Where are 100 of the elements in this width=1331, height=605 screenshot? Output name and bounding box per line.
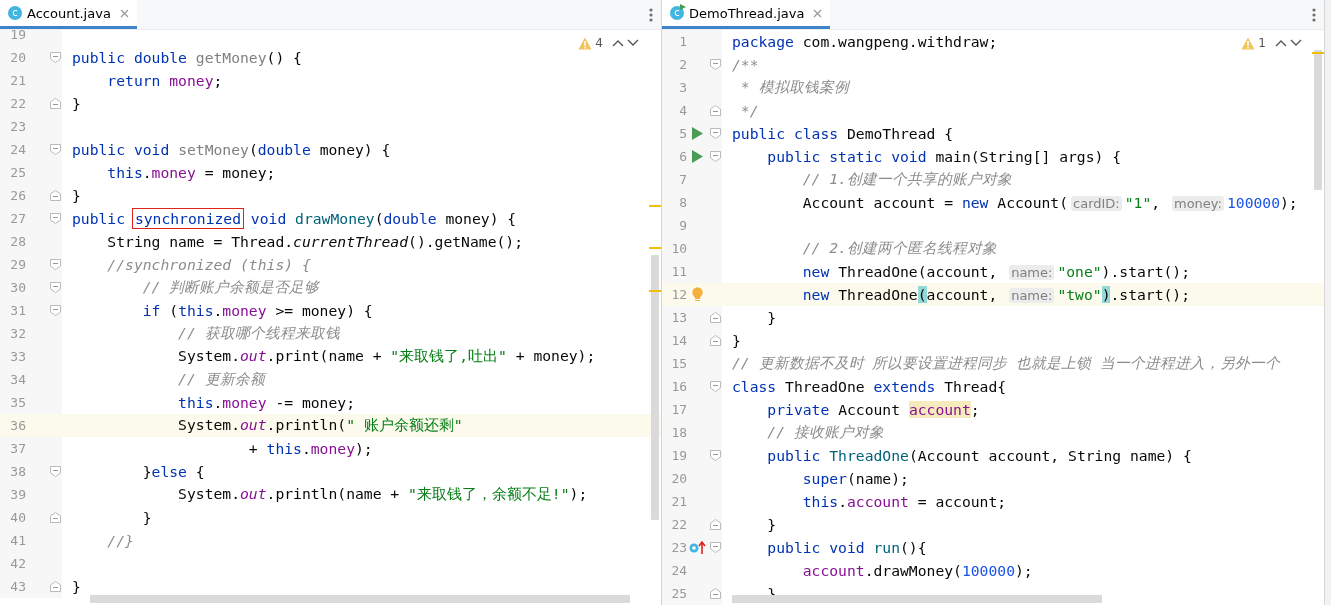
line-number: 22 [9,96,26,111]
fold-icon[interactable] [709,450,721,461]
line-number: 20 [9,50,26,65]
code-line: public void setMoney(double money) { [71,141,391,158]
line-number: 2 [678,57,688,72]
override-icon[interactable] [689,541,707,554]
line-number: 34 [9,372,26,387]
code-line: } [71,95,81,112]
fold-icon[interactable] [709,312,721,323]
file-tab[interactable]: c Account.java [0,0,137,29]
line-number: 10 [670,241,688,256]
code-line: class ThreadOne extends Thread{ [731,378,1007,395]
line-number: 11 [670,264,688,279]
line-number: 43 [9,579,26,594]
fold-icon[interactable] [49,305,61,316]
line-number: 37 [9,441,26,456]
line-number: 24 [9,142,26,157]
class-icon: c [670,6,684,20]
fold-icon[interactable] [709,105,721,116]
fold-icon[interactable] [49,466,61,477]
fold-icon[interactable] [709,128,721,139]
fold-icon[interactable] [709,519,721,530]
code-line: package com.wangpeng.withdraw; [731,33,998,50]
code-line: } [766,309,777,326]
line-number: 23 [670,540,688,555]
fold-icon[interactable] [709,335,721,346]
line-number: 19 [670,448,688,463]
fold-icon[interactable] [49,98,61,109]
fold-icon[interactable] [709,59,721,70]
line-number: 15 [670,356,688,371]
code-line: * 模拟取钱案例 [739,78,849,97]
line-number: 24 [670,563,688,578]
code-line: //} [106,532,134,549]
more-icon[interactable] [1312,7,1316,22]
line-number: 31 [9,303,26,318]
line-number: 23 [9,119,26,134]
code-line: return money; [106,72,223,89]
lightbulb-icon[interactable] [692,287,704,302]
code-line: private Account account; [766,401,980,418]
line-number: 32 [9,326,26,341]
fold-icon[interactable] [49,581,61,592]
line-number: 29 [9,257,26,272]
code-line: Account account = new Account( cardID: "1", money: 100000); [801,194,1298,211]
code-line: } [71,578,81,595]
warning-icon[interactable] [578,36,593,50]
fold-icon[interactable] [49,512,61,523]
fold-icon[interactable] [709,588,721,599]
line-number: 13 [670,310,688,325]
line-number: 22 [670,517,688,532]
warning-count[interactable]: 4 [595,36,603,50]
line-number: 39 [9,487,26,502]
code-line: // 判断账户余额是否足够 [141,278,320,297]
fold-icon[interactable] [709,542,721,553]
warning-count[interactable]: 1 [1258,36,1266,50]
line-number: 21 [670,494,688,509]
code-line: // 更新余额 [177,370,265,389]
fold-icon[interactable] [49,259,61,270]
line-number: 25 [670,586,688,601]
code-line: new ThreadOne(account, name: "two").start(); [801,286,1191,303]
next-icon[interactable] [627,39,639,47]
line-number: 28 [9,234,26,249]
code-line: System.out.print(name + "来取钱了,吐出" + money); [177,347,596,366]
close-icon[interactable] [813,8,823,18]
scrollbar-thumb[interactable] [1314,50,1322,190]
code-line: String name = Thread.currentThread().getName(); [106,233,523,250]
more-icon[interactable] [649,7,653,22]
previous-icon[interactable] [612,39,624,47]
fold-icon[interactable] [49,213,61,224]
previous-icon[interactable] [1275,39,1287,47]
line-number: 21 [9,73,26,88]
fold-icon[interactable] [49,52,61,63]
scrollbar-thumb[interactable] [651,255,659,520]
line-number: 41 [9,533,26,548]
code-line: this.money = money; [106,164,276,181]
line-number: 35 [9,395,26,410]
line-number: 16 [670,379,688,394]
warning-icon[interactable] [1241,36,1256,50]
code-line: } [71,187,81,204]
line-number: 8 [678,195,688,210]
code-line: // 1.创建一个共享的账户对象 [801,170,1012,189]
code-line: // 更新数据不及时 所以要设置进程同步 也就是上锁 当一个进程进入，另外一个 [731,354,1281,373]
fold-icon[interactable] [709,151,721,162]
code-line: public void run(){ [766,539,927,556]
fold-icon[interactable] [49,190,61,201]
code-line: if (this.money >= money) { [141,302,373,319]
fold-icon[interactable] [49,282,61,293]
fold-icon[interactable] [49,144,61,155]
run-icon[interactable] [692,127,704,140]
file-tab[interactable]: c DemoThread.java [662,0,831,29]
code-line: //synchronized (this) { [106,256,311,273]
scrollbar-thumb[interactable] [90,595,630,603]
run-icon[interactable] [692,150,704,163]
line-number: 30 [9,280,26,295]
line-number: 9 [678,218,688,233]
scrollbar-thumb[interactable] [732,595,1102,603]
close-icon[interactable] [119,8,129,18]
code-line: super(name); [801,470,909,487]
code-line: new ThreadOne(account, name: "one").start(); [801,263,1191,280]
next-icon[interactable] [1290,39,1302,47]
fold-icon[interactable] [709,381,721,392]
